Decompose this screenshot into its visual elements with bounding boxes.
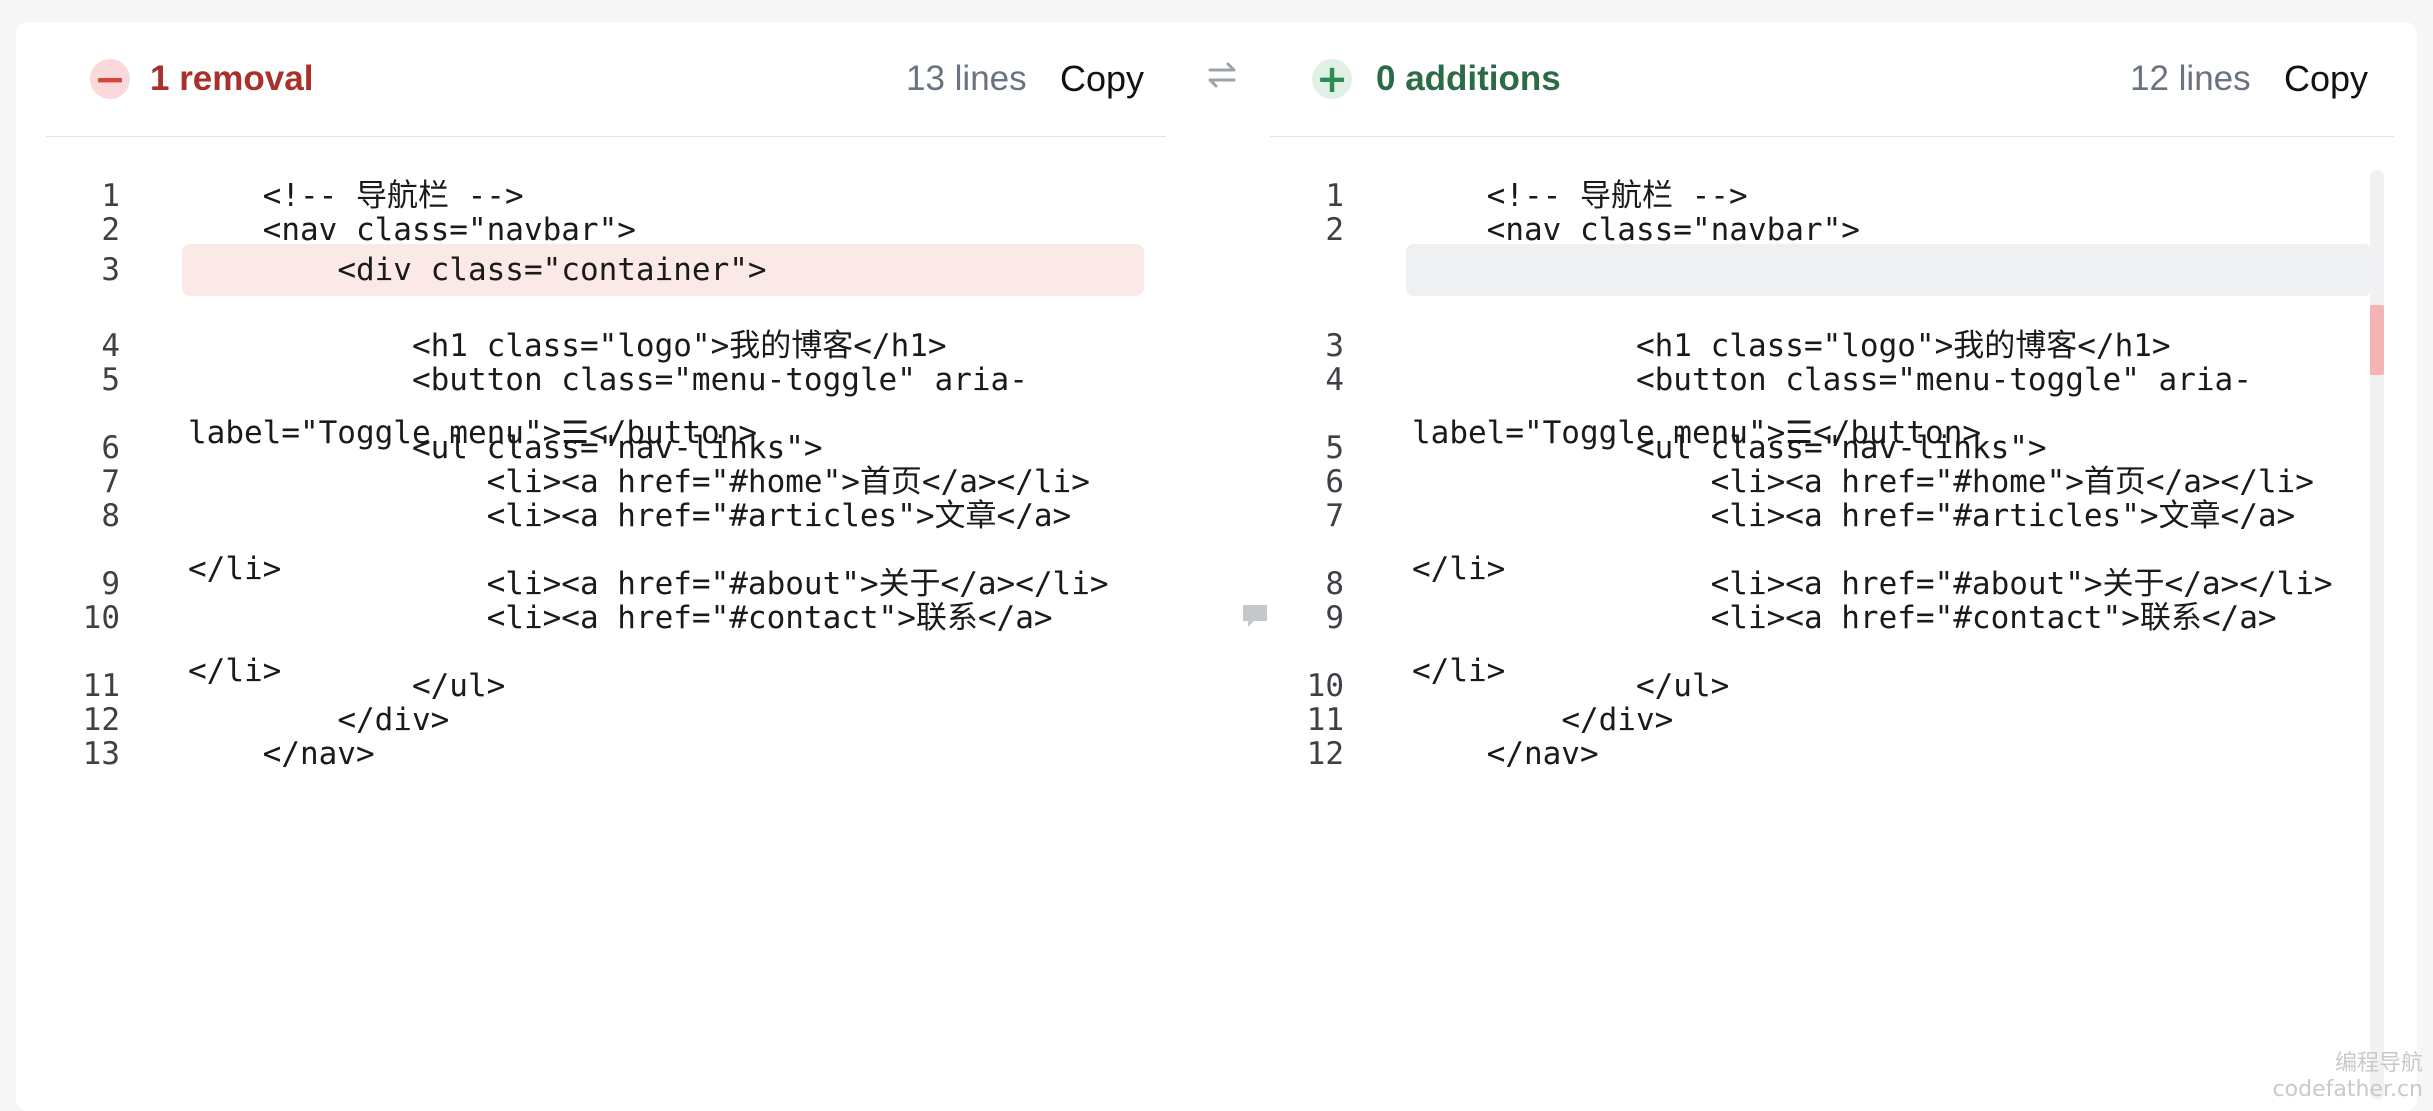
placeholder-highlight	[1406, 244, 2372, 296]
watermark-line1: 编程导航	[2334, 1051, 2423, 1076]
left-line-count: 13 lines	[906, 59, 1027, 98]
code-text: </nav>	[188, 736, 375, 772]
line-number: 2	[1325, 212, 1344, 248]
line-number: 13	[82, 736, 120, 772]
right-diff-header: + 0 additions 12 lines Copy	[1270, 22, 2394, 137]
line-number: 7	[1325, 498, 1344, 534]
right-line-count: 12 lines	[2130, 59, 2251, 98]
scrollbar-change-marker	[2370, 305, 2384, 375]
removal-minus-icon: −	[90, 59, 130, 99]
addition-plus-icon: +	[1312, 59, 1352, 99]
right-copy-button[interactable]: Copy	[2284, 58, 2368, 100]
swap-arrows-icon[interactable]	[1202, 55, 1242, 95]
right-scrollbar[interactable]	[2370, 170, 2384, 1100]
line-number: 8	[101, 498, 120, 534]
code-text: <div class="container">	[188, 252, 767, 288]
line-number: 3	[101, 252, 120, 288]
line-number: 12	[1306, 736, 1344, 772]
watermark: 编程导航 codefather.cn	[2273, 1051, 2423, 1103]
addition-count: 0 additions	[1376, 59, 1561, 98]
line-number: 4	[1325, 362, 1344, 398]
removal-count: 1 removal	[150, 59, 314, 98]
left-diff-header: − 1 removal 13 lines Copy	[46, 22, 1166, 137]
line-number: 5	[101, 362, 120, 398]
code-text: </nav>	[1412, 736, 1599, 772]
comment-icon[interactable]	[1240, 601, 1270, 631]
line-number: 10	[82, 600, 120, 636]
watermark-line2: codefather.cn	[2272, 1077, 2423, 1102]
left-copy-button[interactable]: Copy	[1060, 58, 1144, 100]
